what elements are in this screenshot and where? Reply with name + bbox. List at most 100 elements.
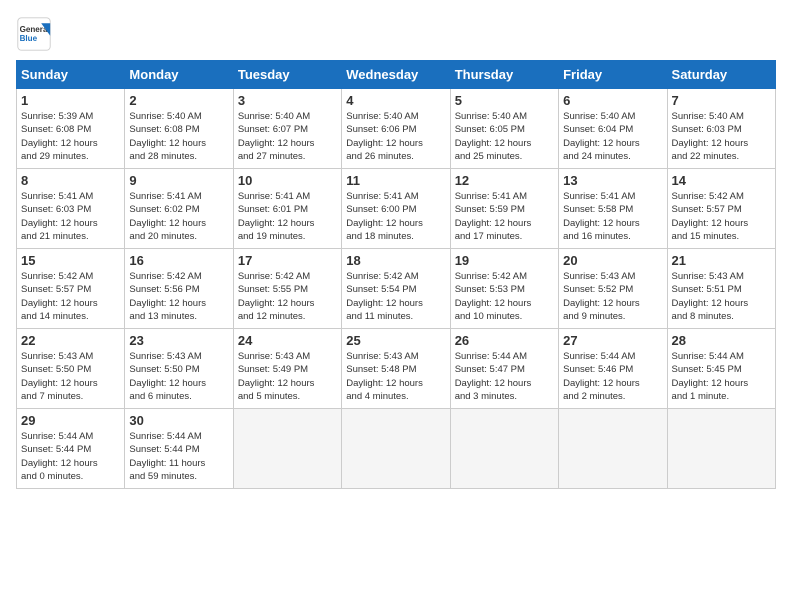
calendar-cell: 10 Sunrise: 5:41 AM Sunset: 6:01 PM Dayli… [233, 169, 341, 249]
day-number: 19 [455, 253, 554, 268]
day-info: Sunrise: 5:42 AM Sunset: 5:57 PM Dayligh… [672, 190, 771, 243]
day-number: 28 [672, 333, 771, 348]
calendar-header-row: SundayMondayTuesdayWednesdayThursdayFrid… [17, 61, 776, 89]
day-number: 23 [129, 333, 228, 348]
calendar-cell: 3 Sunrise: 5:40 AM Sunset: 6:07 PM Daylig… [233, 89, 341, 169]
calendar-week-5: 29 Sunrise: 5:44 AM Sunset: 5:44 PM Dayli… [17, 409, 776, 489]
day-number: 2 [129, 93, 228, 108]
day-info: Sunrise: 5:42 AM Sunset: 5:55 PM Dayligh… [238, 270, 337, 323]
day-number: 8 [21, 173, 120, 188]
logo-icon: General Blue [16, 16, 52, 52]
logo: General Blue [16, 16, 52, 52]
calendar-cell: 22 Sunrise: 5:43 AM Sunset: 5:50 PM Dayli… [17, 329, 125, 409]
calendar-cell: 20 Sunrise: 5:43 AM Sunset: 5:52 PM Dayli… [559, 249, 667, 329]
day-info: Sunrise: 5:40 AM Sunset: 6:07 PM Dayligh… [238, 110, 337, 163]
day-info: Sunrise: 5:40 AM Sunset: 6:04 PM Dayligh… [563, 110, 662, 163]
day-info: Sunrise: 5:41 AM Sunset: 6:00 PM Dayligh… [346, 190, 445, 243]
calendar-cell: 11 Sunrise: 5:41 AM Sunset: 6:00 PM Dayli… [342, 169, 450, 249]
calendar-cell: 4 Sunrise: 5:40 AM Sunset: 6:06 PM Daylig… [342, 89, 450, 169]
day-info: Sunrise: 5:39 AM Sunset: 6:08 PM Dayligh… [21, 110, 120, 163]
day-number: 1 [21, 93, 120, 108]
day-info: Sunrise: 5:40 AM Sunset: 6:06 PM Dayligh… [346, 110, 445, 163]
calendar-cell: 19 Sunrise: 5:42 AM Sunset: 5:53 PM Dayli… [450, 249, 558, 329]
calendar-cell: 23 Sunrise: 5:43 AM Sunset: 5:50 PM Dayli… [125, 329, 233, 409]
day-info: Sunrise: 5:41 AM Sunset: 6:01 PM Dayligh… [238, 190, 337, 243]
day-info: Sunrise: 5:42 AM Sunset: 5:57 PM Dayligh… [21, 270, 120, 323]
day-number: 17 [238, 253, 337, 268]
day-number: 16 [129, 253, 228, 268]
calendar-cell: 7 Sunrise: 5:40 AM Sunset: 6:03 PM Daylig… [667, 89, 775, 169]
calendar-table: SundayMondayTuesdayWednesdayThursdayFrid… [16, 60, 776, 489]
day-header-wednesday: Wednesday [342, 61, 450, 89]
calendar-cell: 16Sunrise: 5:42 AM Sunset: 5:56 PM Dayli… [125, 249, 233, 329]
calendar-cell [342, 409, 450, 489]
day-number: 27 [563, 333, 662, 348]
page-header: General Blue [16, 16, 776, 52]
day-info: Sunrise: 5:41 AM Sunset: 6:03 PM Dayligh… [21, 190, 120, 243]
day-number: 15 [21, 253, 120, 268]
calendar-cell: 24Sunrise: 5:43 AM Sunset: 5:49 PM Dayli… [233, 329, 341, 409]
day-number: 12 [455, 173, 554, 188]
day-number: 14 [672, 173, 771, 188]
calendar-cell: 12 Sunrise: 5:41 AM Sunset: 5:59 PM Dayli… [450, 169, 558, 249]
day-number: 22 [21, 333, 120, 348]
calendar-cell: 5 Sunrise: 5:40 AM Sunset: 6:05 PM Daylig… [450, 89, 558, 169]
day-header-monday: Monday [125, 61, 233, 89]
day-number: 30 [129, 413, 228, 428]
calendar-cell: 29 Sunrise: 5:44 AM Sunset: 5:44 PM Dayli… [17, 409, 125, 489]
calendar-cell: 2 Sunrise: 5:40 AM Sunset: 6:08 PM Daylig… [125, 89, 233, 169]
day-number: 10 [238, 173, 337, 188]
day-info: Sunrise: 5:43 AM Sunset: 5:51 PM Dayligh… [672, 270, 771, 323]
day-info: Sunrise: 5:43 AM Sunset: 5:50 PM Dayligh… [129, 350, 228, 403]
day-info: Sunrise: 5:44 AM Sunset: 5:47 PM Dayligh… [455, 350, 554, 403]
calendar-cell: 25Sunrise: 5:43 AM Sunset: 5:48 PM Dayli… [342, 329, 450, 409]
day-info: Sunrise: 5:43 AM Sunset: 5:52 PM Dayligh… [563, 270, 662, 323]
day-number: 4 [346, 93, 445, 108]
day-number: 9 [129, 173, 228, 188]
calendar-body: 1 Sunrise: 5:39 AM Sunset: 6:08 PM Daylig… [17, 89, 776, 489]
day-info: Sunrise: 5:40 AM Sunset: 6:03 PM Dayligh… [672, 110, 771, 163]
day-number: 3 [238, 93, 337, 108]
day-info: Sunrise: 5:41 AM Sunset: 5:58 PM Dayligh… [563, 190, 662, 243]
calendar-cell: 14 Sunrise: 5:42 AM Sunset: 5:57 PM Dayli… [667, 169, 775, 249]
day-info: Sunrise: 5:40 AM Sunset: 6:08 PM Dayligh… [129, 110, 228, 163]
day-number: 20 [563, 253, 662, 268]
day-info: Sunrise: 5:44 AM Sunset: 5:44 PM Dayligh… [21, 430, 120, 483]
day-info: Sunrise: 5:44 AM Sunset: 5:45 PM Dayligh… [672, 350, 771, 403]
day-header-saturday: Saturday [667, 61, 775, 89]
calendar-week-2: 8 Sunrise: 5:41 AM Sunset: 6:03 PM Daylig… [17, 169, 776, 249]
day-info: Sunrise: 5:43 AM Sunset: 5:50 PM Dayligh… [21, 350, 120, 403]
svg-text:Blue: Blue [20, 34, 38, 43]
calendar-cell: 15 Sunrise: 5:42 AM Sunset: 5:57 PM Dayli… [17, 249, 125, 329]
calendar-week-3: 15 Sunrise: 5:42 AM Sunset: 5:57 PM Dayli… [17, 249, 776, 329]
calendar-week-1: 1 Sunrise: 5:39 AM Sunset: 6:08 PM Daylig… [17, 89, 776, 169]
calendar-cell: 13 Sunrise: 5:41 AM Sunset: 5:58 PM Dayli… [559, 169, 667, 249]
day-number: 18 [346, 253, 445, 268]
calendar-cell: 27 Sunrise: 5:44 AM Sunset: 5:46 PM Dayli… [559, 329, 667, 409]
calendar-cell: 26Sunrise: 5:44 AM Sunset: 5:47 PM Dayli… [450, 329, 558, 409]
day-info: Sunrise: 5:42 AM Sunset: 5:54 PM Dayligh… [346, 270, 445, 323]
day-info: Sunrise: 5:43 AM Sunset: 5:49 PM Dayligh… [238, 350, 337, 403]
day-header-tuesday: Tuesday [233, 61, 341, 89]
day-info: Sunrise: 5:44 AM Sunset: 5:44 PM Dayligh… [129, 430, 228, 483]
calendar-cell: 30 Sunrise: 5:44 AM Sunset: 5:44 PM Dayli… [125, 409, 233, 489]
day-header-sunday: Sunday [17, 61, 125, 89]
day-number: 7 [672, 93, 771, 108]
day-number: 25 [346, 333, 445, 348]
calendar-week-4: 22 Sunrise: 5:43 AM Sunset: 5:50 PM Dayli… [17, 329, 776, 409]
calendar-cell: 21Sunrise: 5:43 AM Sunset: 5:51 PM Dayli… [667, 249, 775, 329]
day-info: Sunrise: 5:41 AM Sunset: 5:59 PM Dayligh… [455, 190, 554, 243]
day-info: Sunrise: 5:40 AM Sunset: 6:05 PM Dayligh… [455, 110, 554, 163]
day-number: 11 [346, 173, 445, 188]
day-info: Sunrise: 5:44 AM Sunset: 5:46 PM Dayligh… [563, 350, 662, 403]
calendar-cell: 1 Sunrise: 5:39 AM Sunset: 6:08 PM Daylig… [17, 89, 125, 169]
day-number: 13 [563, 173, 662, 188]
calendar-cell: 8 Sunrise: 5:41 AM Sunset: 6:03 PM Daylig… [17, 169, 125, 249]
day-number: 5 [455, 93, 554, 108]
day-info: Sunrise: 5:42 AM Sunset: 5:53 PM Dayligh… [455, 270, 554, 323]
calendar-cell [233, 409, 341, 489]
calendar-cell: 6Sunrise: 5:40 AM Sunset: 6:04 PM Daylig… [559, 89, 667, 169]
day-header-friday: Friday [559, 61, 667, 89]
calendar-cell [667, 409, 775, 489]
day-number: 29 [21, 413, 120, 428]
